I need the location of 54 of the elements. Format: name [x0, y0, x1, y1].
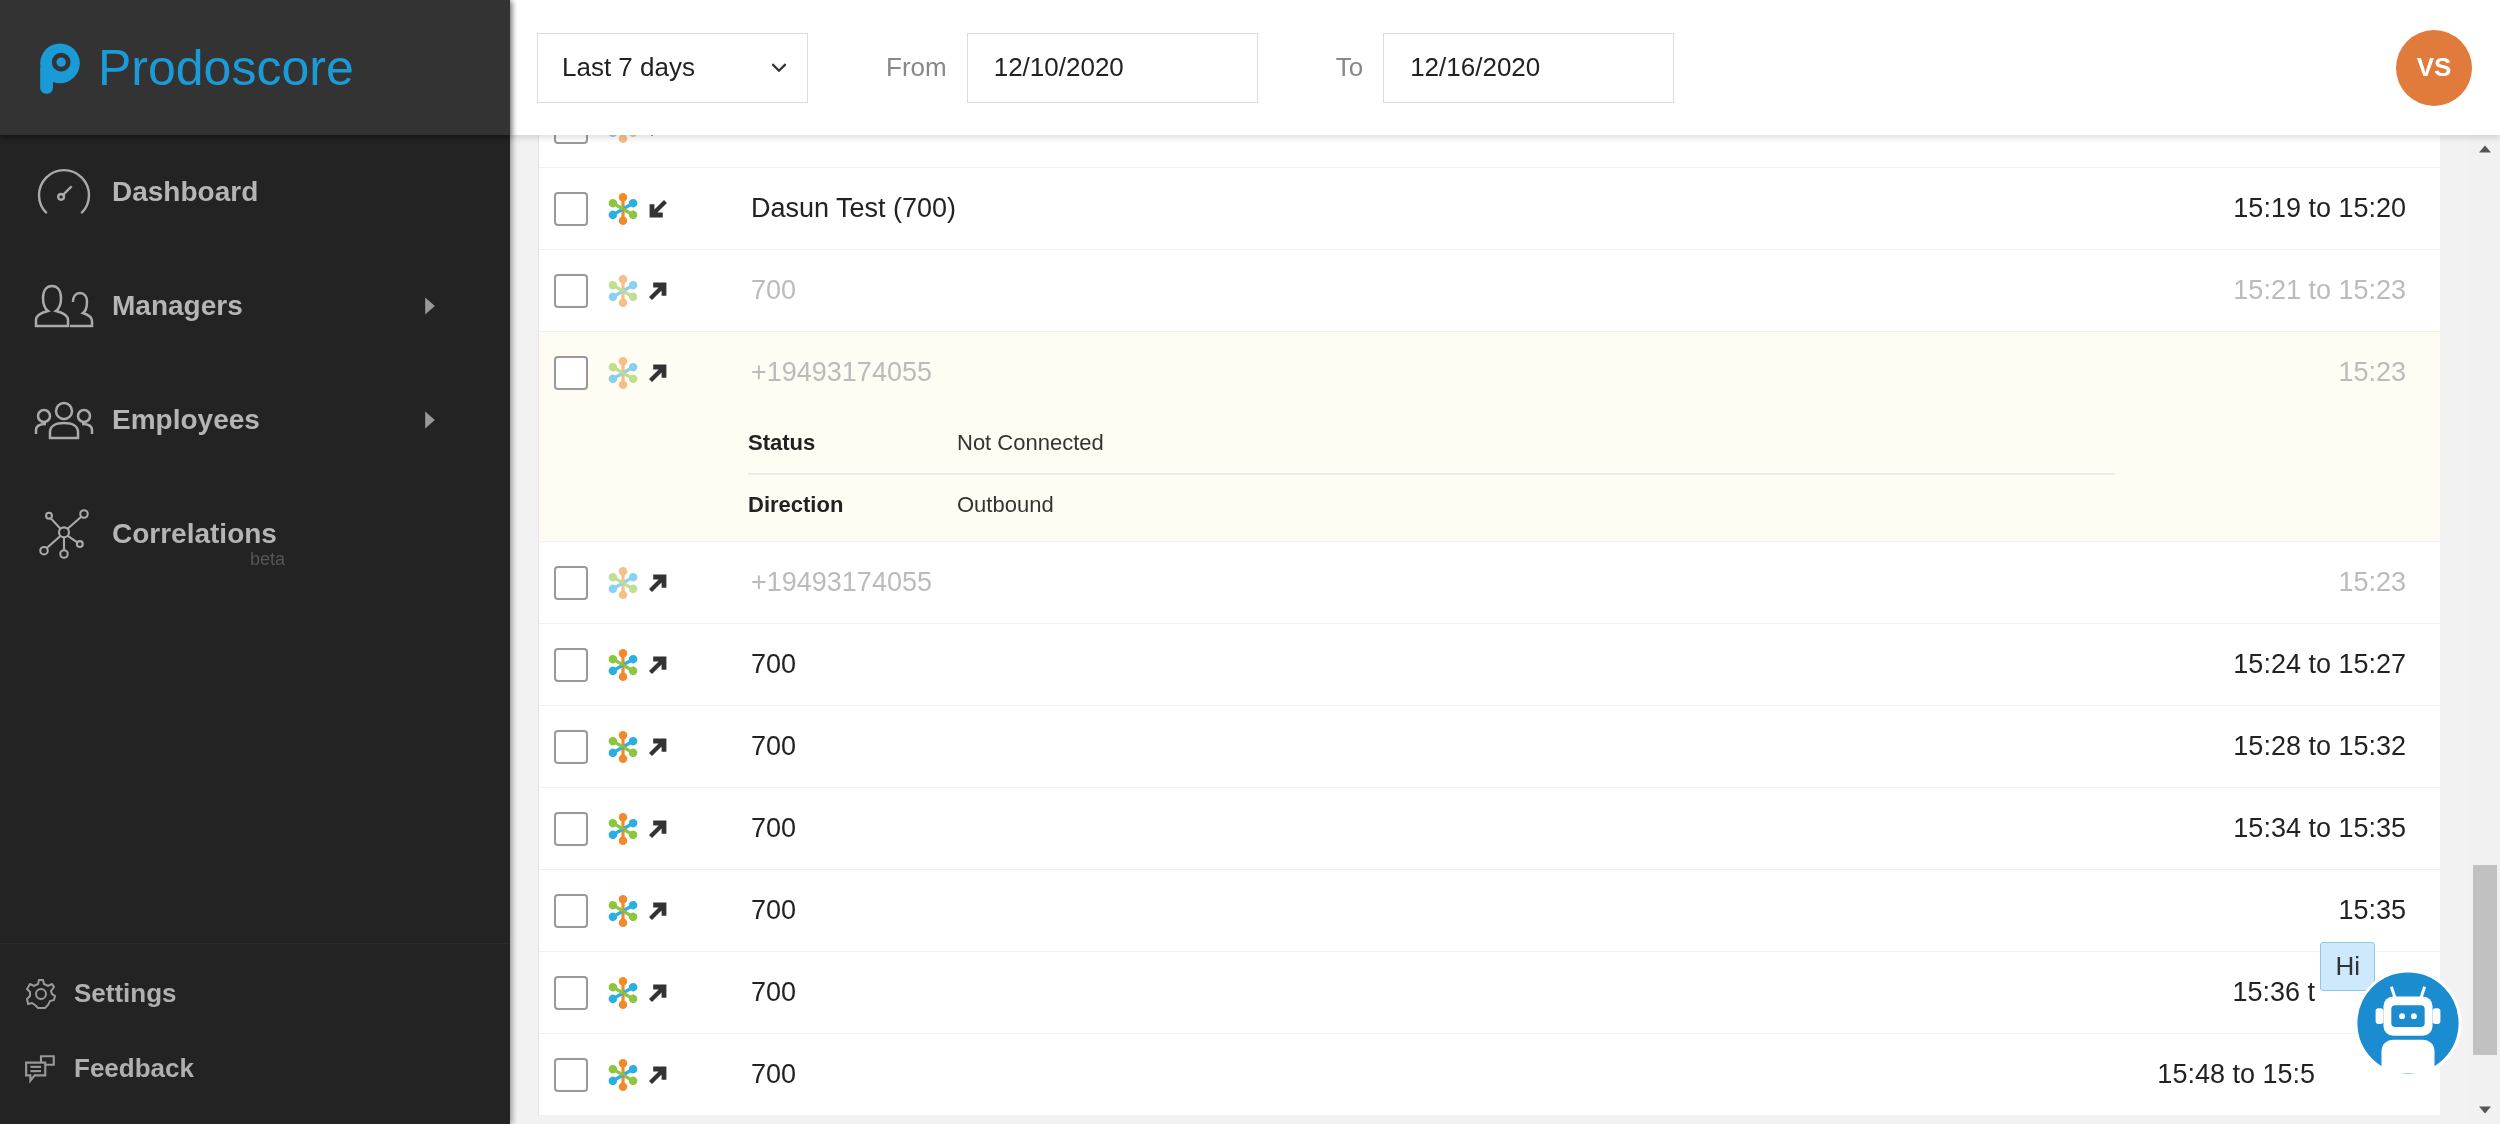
footer-nav-item[interactable]: Settings — [0, 956, 510, 1031]
nav-item[interactable]: Employees — [0, 363, 510, 477]
nav-label: Correlations — [112, 518, 277, 550]
checkbox[interactable] — [554, 811, 588, 846]
scroll-up-icon[interactable] — [2479, 145, 2491, 153]
detail-value: Not Connected — [957, 430, 1104, 456]
scrollbar-thumb[interactable] — [2473, 865, 2497, 1055]
checkbox[interactable] — [554, 273, 588, 308]
call-time: 15:23 — [2338, 567, 2406, 598]
nav-item[interactable]: Managers — [0, 249, 510, 363]
settings-icon — [24, 977, 58, 1010]
detail-value: Outbound — [957, 492, 1054, 518]
caller-name[interactable]: Dasun Test (700) — [751, 193, 957, 224]
checkbox[interactable] — [554, 355, 588, 390]
call-time: 15:35 — [2338, 895, 2406, 926]
call-time: 15:48 to 15:5 — [2157, 1059, 2315, 1090]
caller-name[interactable]: 700 — [751, 1059, 797, 1090]
detail-label: Direction — [748, 492, 845, 518]
call-time: 15:34 to 15:35 — [2233, 813, 2406, 844]
nav-label: Employees — [112, 404, 260, 436]
call-time: 15:24 to 15:27 — [2233, 649, 2406, 680]
checkbox[interactable] — [554, 975, 588, 1010]
nav-label: Settings — [74, 978, 177, 1009]
chat-icon — [24, 1052, 58, 1085]
call-time: 15:19 to 15:20 — [2233, 193, 2406, 224]
checkbox[interactable] — [554, 729, 588, 764]
call-time: 15:23 — [2338, 357, 2406, 388]
checkbox[interactable] — [554, 893, 588, 928]
caller-name[interactable]: 700 — [751, 977, 797, 1008]
checkbox[interactable] — [554, 565, 588, 600]
call-time: 15:28 to 15:32 — [2233, 731, 2406, 762]
from-date-field[interactable]: 12/10/2020 — [966, 32, 1258, 103]
checkbox[interactable] — [554, 1057, 588, 1092]
caller-name[interactable]: 700 — [751, 731, 797, 762]
caller-name[interactable]: 700 — [751, 895, 797, 926]
to-label: To — [1335, 52, 1364, 83]
call-time: 15:21 to 15:23 — [2233, 275, 2406, 306]
checkbox[interactable] — [554, 191, 588, 226]
date-range-select[interactable]: Last 7 days — [537, 32, 808, 103]
chevron-icon — [771, 62, 787, 73]
nav-label: Dashboard — [112, 176, 259, 208]
nav-item[interactable]: Dashboard — [0, 135, 510, 249]
call-time: 15:36 t — [2232, 977, 2315, 1008]
caller-name[interactable]: 700 — [751, 813, 797, 844]
scroll-down-icon[interactable] — [2479, 1106, 2491, 1114]
checkbox[interactable] — [554, 647, 588, 682]
nav-label: Feedback — [74, 1053, 194, 1084]
footer-nav-item[interactable]: Feedback — [0, 1031, 510, 1106]
from-label: From — [886, 52, 947, 83]
detail-label: Status — [748, 430, 817, 456]
to-date-field[interactable]: 12/16/2020 — [1383, 32, 1675, 103]
caller-name[interactable]: 700 — [751, 649, 797, 680]
chat-bubble: Hi — [2320, 942, 2375, 991]
nav-label: Managers — [112, 290, 243, 322]
